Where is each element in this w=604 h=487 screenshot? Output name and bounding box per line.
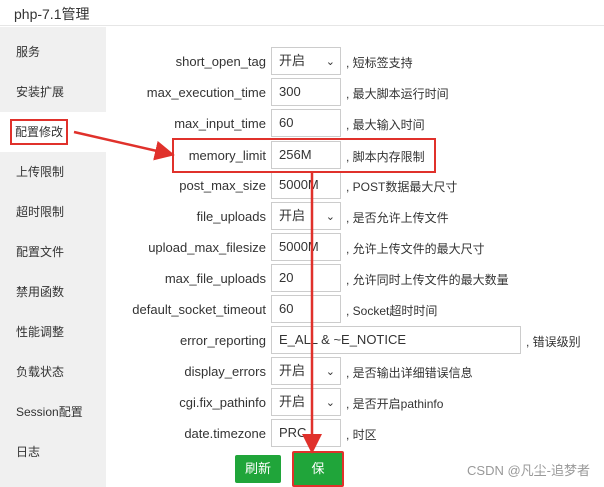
setting-label: file_uploads: [196, 209, 266, 224]
window-title-bar: php-7.1管理: [0, 0, 604, 26]
setting-hint: , 是否允许上传文件: [346, 211, 449, 225]
setting-hint: , 是否开启pathinfo: [346, 397, 444, 411]
sidebar-item-extensions[interactable]: 安装扩展: [0, 72, 106, 112]
sidebar-item-label: 上传限制: [16, 165, 65, 179]
chevron-down-icon: ⌄: [325, 56, 335, 68]
setting-hint: , 是否输出详细错误信息: [346, 366, 473, 380]
setting-label: error_reporting: [180, 333, 266, 348]
sidebar-item-timeout-limit[interactable]: 超时限制: [0, 192, 106, 232]
sidebar-item-disabled-functions[interactable]: 禁用函数: [0, 272, 106, 312]
sidebar-item-session-config[interactable]: Session配置: [0, 392, 106, 432]
setting-row-short-open-tag: short_open_tag 开启 ⌄ , 短标签支持: [106, 47, 604, 77]
setting-hint: , Socket超时时间: [346, 304, 438, 318]
setting-row-default-socket-timeout: default_socket_timeout 60 , Socket超时时间: [106, 295, 604, 325]
setting-label: post_max_size: [179, 178, 266, 193]
setting-hint: , 最大输入时间: [346, 118, 425, 132]
refresh-button[interactable]: 刷新: [235, 455, 281, 483]
sidebar: 服务 安装扩展 配置修改 上传限制 超时限制 配置文件 禁用函数 性能调整 负载…: [0, 27, 106, 487]
sidebar-item-label: Session配置: [16, 405, 83, 419]
setting-row-date-timezone: date.timezone PRC , 时区: [106, 419, 604, 449]
post-max-size-input[interactable]: 5000M: [271, 171, 341, 199]
sidebar-item-label: 服务: [16, 45, 41, 59]
setting-label: default_socket_timeout: [132, 302, 266, 317]
setting-hint: , 允许同时上传文件的最大数量: [346, 273, 509, 287]
setting-hint: , POST数据最大尺寸: [346, 180, 458, 194]
chevron-down-icon: ⌄: [325, 211, 335, 223]
date-timezone-input[interactable]: PRC: [271, 419, 341, 447]
save-button[interactable]: 保存: [296, 455, 340, 483]
max-input-time-input[interactable]: 60: [271, 109, 341, 137]
setting-row-display-errors: display_errors 开启 ⌄ , 是否输出详细错误信息: [106, 357, 604, 387]
setting-label: date.timezone: [184, 426, 266, 441]
setting-hint: , 时区: [346, 428, 377, 442]
max-file-uploads-input[interactable]: 20: [271, 264, 341, 292]
setting-row-file-uploads: file_uploads 开启 ⌄ , 是否允许上传文件: [106, 202, 604, 232]
sidebar-item-label: 禁用函数: [16, 285, 65, 299]
setting-hint: , 错误级别: [526, 335, 581, 349]
chevron-down-icon: ⌄: [325, 397, 335, 409]
sidebar-item-label: 日志: [16, 445, 41, 459]
sidebar-item-label: 安装扩展: [16, 85, 65, 99]
setting-label: max_execution_time: [146, 85, 266, 100]
setting-label: upload_max_filesize: [148, 240, 266, 255]
sidebar-item-label: 配置修改: [10, 119, 69, 145]
watermark: CSDN @凡尘-追梦者: [467, 463, 590, 478]
setting-label: short_open_tag: [175, 54, 266, 69]
sidebar-item-label: 超时限制: [16, 205, 65, 219]
sidebar-item-config-file[interactable]: 配置文件: [0, 232, 106, 272]
setting-row-max-file-uploads: max_file_uploads 20 , 允许同时上传文件的最大数量: [106, 264, 604, 294]
upload-max-filesize-input[interactable]: 5000M: [271, 233, 341, 261]
setting-label: cgi.fix_pathinfo: [179, 395, 266, 410]
chevron-down-icon: ⌄: [325, 366, 335, 378]
sidebar-item-label: 负载状态: [16, 365, 65, 379]
display-errors-select[interactable]: 开启 ⌄: [271, 357, 341, 385]
setting-row-max-execution-time: max_execution_time 300 , 最大脚本运行时间: [106, 78, 604, 108]
memory-limit-highlight: [172, 138, 436, 173]
sidebar-item-load-status[interactable]: 负载状态: [0, 352, 106, 392]
window-title: php-7.1管理: [14, 6, 90, 22]
sidebar-item-performance[interactable]: 性能调整: [0, 312, 106, 352]
setting-row-cgi-fix-pathinfo: cgi.fix_pathinfo 开启 ⌄ , 是否开启pathinfo: [106, 388, 604, 418]
setting-label: display_errors: [184, 364, 266, 379]
sidebar-item-label: 配置文件: [16, 245, 65, 259]
setting-row-upload-max-filesize: upload_max_filesize 5000M , 允许上传文件的最大尺寸: [106, 233, 604, 263]
sidebar-item-log[interactable]: 日志: [0, 432, 106, 472]
setting-row-post-max-size: post_max_size 5000M , POST数据最大尺寸: [106, 171, 604, 201]
short-open-tag-select[interactable]: 开启 ⌄: [271, 47, 341, 75]
setting-label: max_input_time: [174, 116, 266, 131]
error-reporting-input[interactable]: E_ALL & ~E_NOTICE: [271, 326, 521, 354]
default-socket-timeout-input[interactable]: 60: [271, 295, 341, 323]
cgi-fix-pathinfo-select[interactable]: 开启 ⌄: [271, 388, 341, 416]
sidebar-item-upload-limit[interactable]: 上传限制: [0, 152, 106, 192]
setting-hint: , 最大脚本运行时间: [346, 87, 449, 101]
setting-hint: , 短标签支持: [346, 56, 413, 70]
sidebar-item-label: 性能调整: [16, 325, 65, 339]
setting-row-max-input-time: max_input_time 60 , 最大输入时间: [106, 109, 604, 139]
setting-row-error-reporting: error_reporting E_ALL & ~E_NOTICE , 错误级别: [106, 326, 604, 356]
file-uploads-select[interactable]: 开启 ⌄: [271, 202, 341, 230]
sidebar-item-service[interactable]: 服务: [0, 32, 106, 72]
max-execution-time-input[interactable]: 300: [271, 78, 341, 106]
setting-hint: , 允许上传文件的最大尺寸: [346, 242, 485, 256]
setting-label: max_file_uploads: [164, 271, 266, 286]
sidebar-item-config-edit[interactable]: 配置修改: [0, 112, 106, 152]
